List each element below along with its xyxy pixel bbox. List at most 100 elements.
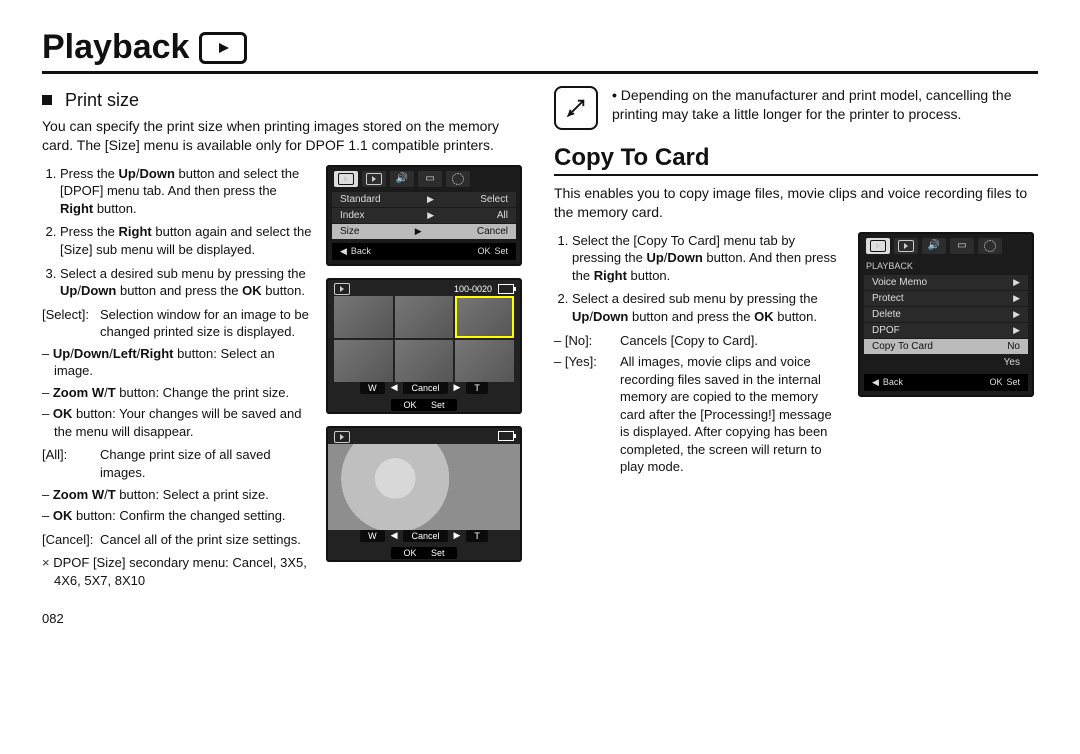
menu-header: PLAYBACK xyxy=(860,258,1032,274)
lcd-single-image: W ◀ Cancel ▶ T OK Set xyxy=(326,426,522,562)
copy-to-card-steps: Select the [Copy To Card] menu tab by pr… xyxy=(554,232,844,326)
def-select-sublist: Up/Down/Left/Right button: Select an ima… xyxy=(42,345,312,441)
thumbnail xyxy=(334,340,393,382)
image-counter: 100-0020 xyxy=(454,284,492,294)
sub-udlr: Up/Down/Left/Right button: Select an ima… xyxy=(42,345,312,380)
ok-set-bar: OK Set xyxy=(328,400,520,410)
copy-to-card-intro: This enables you to copy image files, mo… xyxy=(554,184,1038,222)
note-icon xyxy=(554,86,598,130)
chevron-left-icon: ◀ xyxy=(391,530,398,542)
print-size-heading: Print size xyxy=(42,90,526,111)
zoom-w: W xyxy=(360,530,385,542)
row-copy-to-card: Copy To Card No xyxy=(864,339,1028,354)
manual-page: Playback Print size You can specify the … xyxy=(0,0,1080,646)
ctc-step-2: Select a desired sub menu by pressing th… xyxy=(572,290,844,325)
play-icon xyxy=(334,431,350,443)
chevron-right-icon: ▶ xyxy=(1013,277,1020,288)
tip-text: Depending on the manufacturer and print … xyxy=(612,86,1038,130)
thumbnail xyxy=(455,340,514,382)
def-no: – [No]: Cancels [Copy to Card]. xyxy=(554,332,844,350)
square-bullet-icon xyxy=(42,95,52,105)
cancel-pill: Cancel xyxy=(403,530,447,542)
page-title: Playback xyxy=(42,28,1038,74)
tab-playback-icon xyxy=(866,238,890,254)
zoom-t: T xyxy=(466,382,488,394)
row-standard: Standard▶Select xyxy=(332,192,516,207)
copy-to-card-text: Select the [Copy To Card] menu tab by pr… xyxy=(554,232,844,480)
row-size: Size▶Cancel xyxy=(332,224,516,239)
row-voice-memo: Voice Memo▶ xyxy=(864,275,1028,290)
lcd-tabbar: 🔊 ▭ xyxy=(860,234,1032,258)
tab-settings-icon xyxy=(446,171,470,187)
back-hint: ◀ Back xyxy=(340,246,371,257)
row-protect: Protect▶ xyxy=(864,291,1028,306)
row-yes-option: Yes xyxy=(864,355,1028,370)
lcd-bottombar: ◀ Back OK Set xyxy=(332,243,516,260)
def-all-sublist: Zoom W/T button: Select a print size. OK… xyxy=(42,486,312,525)
left-column: Print size You can specify the print siz… xyxy=(42,86,526,626)
chevron-right-icon: ▶ xyxy=(1013,293,1020,304)
step-2: Press the Right button again and select … xyxy=(60,223,312,258)
print-size-steps: Press the Up/Down button and select the … xyxy=(42,165,312,300)
ctc-step-1: Select the [Copy To Card] menu tab by pr… xyxy=(572,232,844,285)
playback-icon xyxy=(199,32,247,64)
zoom-t: T xyxy=(466,530,488,542)
chevron-right-icon: ▶ xyxy=(427,194,434,205)
print-size-text: Press the Up/Down button and select the … xyxy=(42,165,312,595)
copy-to-card-body: Select the [Copy To Card] menu tab by pr… xyxy=(554,232,1038,480)
wt-bar: W ◀ Cancel ▶ T xyxy=(328,382,520,394)
tab-display-icon: ▭ xyxy=(418,171,442,187)
thumbnail xyxy=(395,296,454,338)
row-index: Index▶All xyxy=(332,208,516,223)
tab-display-icon: ▭ xyxy=(950,238,974,254)
copy-to-card-definitions: – [No]: Cancels [Copy to Card]. – [Yes]:… xyxy=(554,332,844,476)
print-size-definitions: [Select]: Selection window for an image … xyxy=(42,306,312,549)
print-size-intro: You can specify the print size when prin… xyxy=(42,117,526,155)
lcd-copy-to-card: 🔊 ▭ PLAYBACK Voice Memo▶ Protect▶ Delete… xyxy=(858,232,1034,397)
step-3: Select a desired sub menu by pressing th… xyxy=(60,265,312,300)
battery-icon xyxy=(498,431,514,441)
thumbnail-selected xyxy=(455,296,514,338)
lcd-size-menu: 🔊 ▭ Standard▶Select Index▶All Size▶Cance… xyxy=(326,165,522,266)
tab-icon xyxy=(362,171,386,187)
ok-set-bar: OK Set xyxy=(328,548,520,558)
row-delete: Delete▶ xyxy=(864,307,1028,322)
print-size-heading-text: Print size xyxy=(65,90,139,110)
cancel-pill: Cancel xyxy=(403,382,447,394)
bullet-icon xyxy=(612,87,621,103)
page-title-text: Playback xyxy=(42,28,189,67)
lcd-topbar xyxy=(328,428,520,446)
def-select: [Select]: Selection window for an image … xyxy=(42,306,312,341)
ok-set-hint: OK Set xyxy=(989,377,1020,388)
def-yes: – [Yes]: All images, movie clips and voi… xyxy=(554,353,844,476)
battery-icon xyxy=(498,284,514,294)
chevron-left-icon: ◀ xyxy=(391,382,398,394)
tab-settings-icon xyxy=(978,238,1002,254)
two-columns: Print size You can specify the print siz… xyxy=(42,86,1038,626)
thumbnail-grid xyxy=(334,296,514,382)
tab-playback-icon xyxy=(334,171,358,187)
tip-box: Depending on the manufacturer and print … xyxy=(554,86,1038,130)
lcd-bottombar: ◀ Back OK Set xyxy=(864,374,1028,391)
copy-to-card-heading: Copy To Card xyxy=(554,144,1038,176)
image-placeholder xyxy=(328,444,520,530)
sub-ok-confirm: OK button: Confirm the changed setting. xyxy=(42,507,312,525)
chevron-right-icon: ▶ xyxy=(454,530,461,542)
page-number: 082 xyxy=(42,611,526,626)
chevron-right-icon: ▶ xyxy=(454,382,461,394)
dpof-note: DPOF [Size] secondary menu: Cancel, 3X5,… xyxy=(42,554,312,589)
play-icon xyxy=(334,283,350,295)
def-all: [All]: Change print size of all saved im… xyxy=(42,446,312,481)
chevron-right-icon: ▶ xyxy=(427,210,434,221)
print-size-figures: 🔊 ▭ Standard▶Select Index▶All Size▶Cance… xyxy=(326,165,526,595)
def-cancel: [Cancel]: Cancel all of the print size s… xyxy=(42,531,312,549)
chevron-right-icon: ▶ xyxy=(415,226,422,237)
tab-sound-icon: 🔊 xyxy=(922,238,946,254)
sub-zoom-wt-change: Zoom W/T button: Change the print size. xyxy=(42,384,312,402)
copy-to-card-figure: 🔊 ▭ PLAYBACK Voice Memo▶ Protect▶ Delete… xyxy=(858,232,1038,480)
chevron-right-icon: ▶ xyxy=(1013,309,1020,320)
ok-set-hint: OK Set xyxy=(477,246,508,257)
zoom-w: W xyxy=(360,382,385,394)
sub-ok-save: OK button: Your changes will be saved an… xyxy=(42,405,312,440)
back-hint: ◀ Back xyxy=(872,377,903,388)
